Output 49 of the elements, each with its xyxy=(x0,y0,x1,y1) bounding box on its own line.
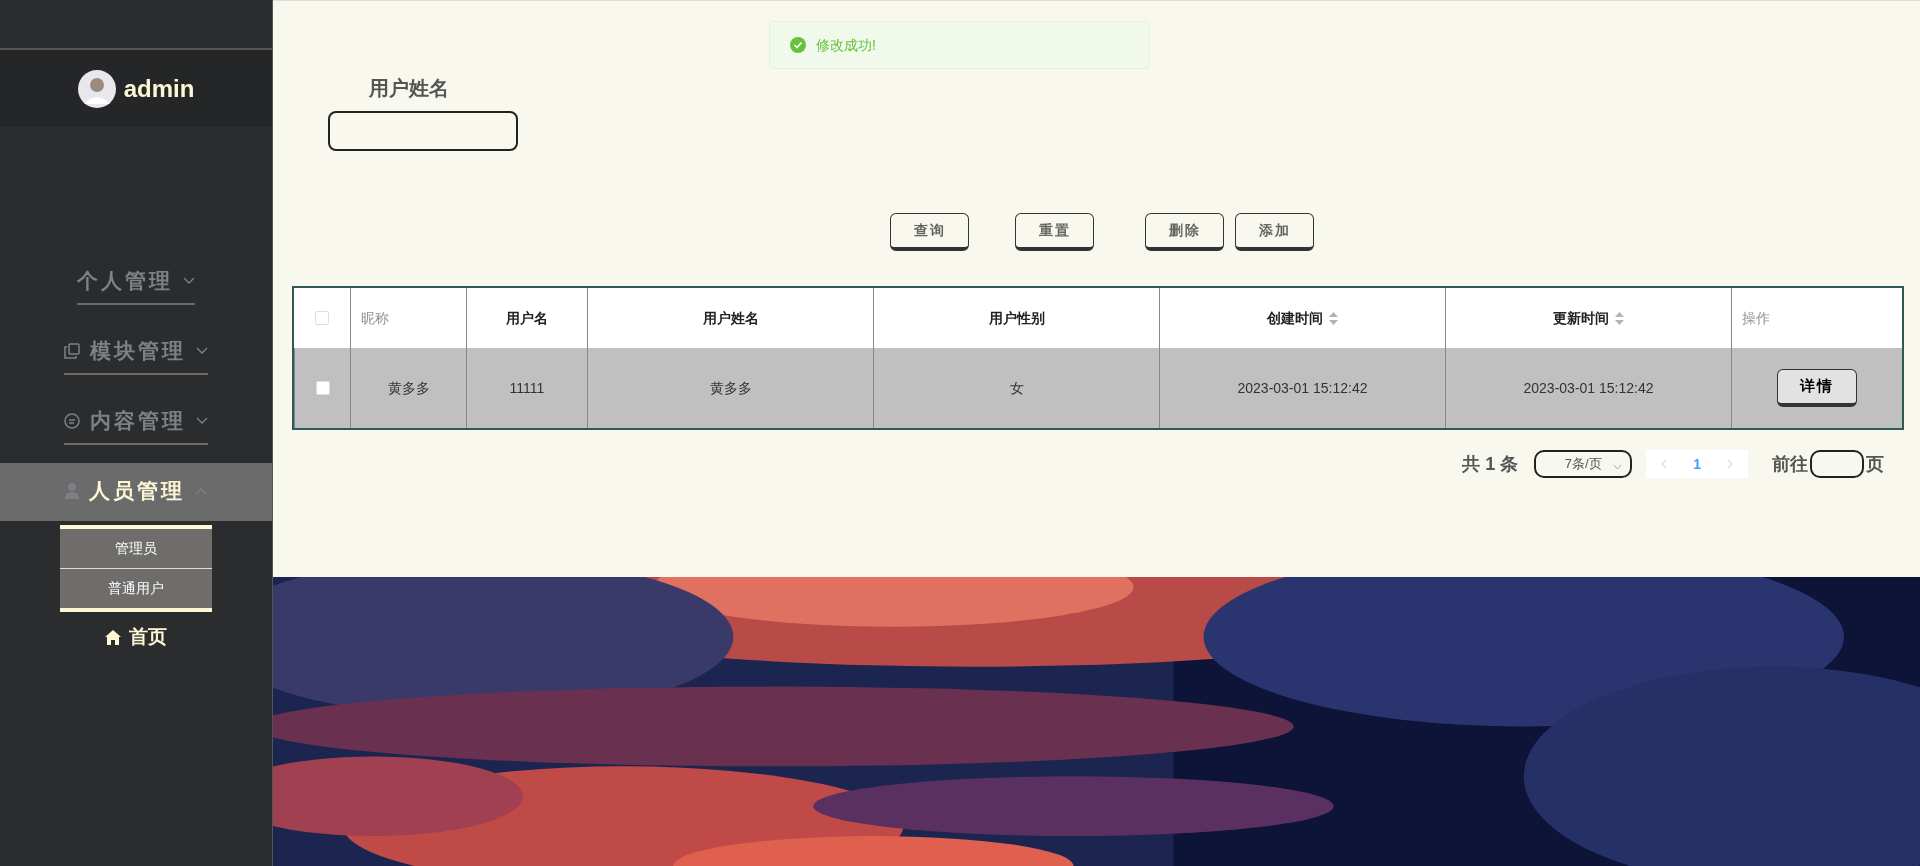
chevron-down-icon xyxy=(1613,464,1623,470)
previous-page-button[interactable] xyxy=(1646,450,1682,478)
sort-icon[interactable] xyxy=(1615,311,1624,325)
home-icon xyxy=(105,629,121,645)
column-header: 用户姓名 xyxy=(702,308,759,328)
copy-icon xyxy=(64,343,80,359)
table-cell-text: 2023-03-01 15:12:42 xyxy=(1237,378,1368,398)
total-count: 共 1 条 xyxy=(1462,452,1519,476)
table-cell-text: 11111 xyxy=(509,378,545,398)
checkbox[interactable] xyxy=(315,381,330,395)
page-suffix: 页 xyxy=(1866,452,1884,476)
table-cell-text: 黄多多 xyxy=(387,378,430,398)
page-size-select[interactable]: 7条/页 xyxy=(1534,450,1633,478)
column-header: 更新时间 xyxy=(1553,308,1609,328)
page-number[interactable]: 1 xyxy=(1681,450,1713,478)
action-button[interactable]: 重置 xyxy=(1015,213,1094,251)
column-header: 昵称 xyxy=(361,308,389,328)
submenu-item[interactable]: 管理员 xyxy=(60,529,212,568)
submenu-item[interactable]: 普通用户 xyxy=(60,568,212,608)
input-field[interactable] xyxy=(328,111,518,151)
success-icon xyxy=(790,37,806,53)
sort-icon[interactable] xyxy=(1329,311,1338,325)
menu-item[interactable]: 模块管理 xyxy=(64,329,208,375)
column-header: 创建时间 xyxy=(1267,308,1323,328)
toast-message: 修改成功! xyxy=(816,35,876,55)
action-button[interactable]: 查询 xyxy=(890,213,969,251)
chevron-right-icon xyxy=(1727,459,1734,469)
table-cell-text: 女 xyxy=(1009,378,1024,398)
field-label: 用户姓名 xyxy=(369,76,449,101)
next-page-button[interactable] xyxy=(1713,450,1748,478)
table-cell-text: 2023-03-01 15:12:42 xyxy=(1523,378,1654,398)
column-header: 操作 xyxy=(1742,308,1770,328)
column-header: 用户名 xyxy=(506,308,548,328)
checkbox[interactable] xyxy=(315,311,329,325)
details-button[interactable]: 详情 xyxy=(1777,369,1857,407)
action-button[interactable]: 删除 xyxy=(1145,213,1224,251)
menu-item[interactable]: 内容管理 xyxy=(64,399,208,445)
user-name: admin xyxy=(123,73,195,104)
home-link[interactable]: 首页 xyxy=(0,622,272,653)
avatar xyxy=(77,69,116,108)
person-icon xyxy=(65,483,79,499)
action-button[interactable]: 添加 xyxy=(1235,213,1314,251)
table-cell-text: 黄多多 xyxy=(709,378,752,398)
column-header: 用户性别 xyxy=(988,308,1045,328)
page-input[interactable] xyxy=(1810,450,1864,478)
chevron-left-icon xyxy=(1660,459,1668,469)
chat-icon xyxy=(64,413,80,429)
goto-label: 前往 xyxy=(1772,452,1808,476)
menu-item[interactable]: 个人管理 xyxy=(77,259,195,305)
